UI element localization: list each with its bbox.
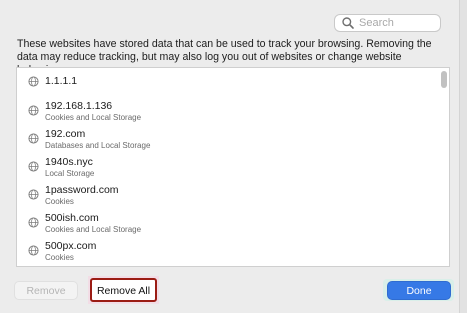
list-item[interactable]: 1940s.nyc Local Storage	[17, 153, 437, 181]
done-button[interactable]: Done	[387, 281, 451, 300]
search-icon	[342, 17, 354, 29]
search-input[interactable]	[355, 16, 439, 30]
list-item[interactable]: 1.1.1.1	[17, 68, 437, 96]
globe-icon	[28, 217, 39, 228]
list-item[interactable]: 192.com Databases and Local Storage	[17, 125, 437, 153]
globe-icon	[28, 161, 39, 172]
globe-icon	[28, 76, 39, 87]
list-scrollbar[interactable]	[441, 70, 447, 264]
website-data-type: Cookies and Local Storage	[45, 225, 142, 234]
website-data-type: Cookies	[45, 253, 74, 262]
manage-website-data-sheet: These websites have stored data that can…	[0, 0, 460, 313]
website-name: 1password.com	[45, 184, 119, 196]
website-data-type: Local Storage	[45, 169, 95, 178]
search-field[interactable]	[334, 14, 441, 32]
remove-button[interactable]: Remove	[14, 281, 78, 300]
list-item[interactable]: 1password.com Cookies	[17, 181, 437, 209]
remove-all-button[interactable]: Remove All	[90, 278, 157, 302]
website-name: 1.1.1.1	[45, 75, 78, 87]
website-data-type: Cookies	[45, 197, 74, 206]
globe-icon	[28, 105, 39, 116]
scrollbar-thumb[interactable]	[441, 71, 447, 88]
website-name: 192.168.1.136	[45, 100, 113, 112]
globe-icon	[28, 133, 39, 144]
globe-icon	[28, 245, 39, 256]
website-name: 500px.com	[45, 240, 97, 252]
list-item[interactable]: 192.168.1.136 Cookies and Local Storage	[17, 97, 437, 125]
website-name: 192.com	[45, 128, 86, 140]
website-data-type: Databases and Local Storage	[45, 141, 151, 150]
website-name: 500ish.com	[45, 212, 99, 224]
window-edge	[460, 0, 467, 313]
website-name: 1940s.nyc	[45, 156, 93, 168]
website-list[interactable]: 1.1.1.1 192.168.1.136 Cookies and Local …	[16, 67, 450, 267]
globe-icon	[28, 189, 39, 200]
website-data-type: Cookies and Local Storage	[45, 113, 142, 122]
list-item[interactable]: 500px.com Cookies	[17, 237, 437, 265]
list-item[interactable]: 500ish.com Cookies and Local Storage	[17, 209, 437, 237]
